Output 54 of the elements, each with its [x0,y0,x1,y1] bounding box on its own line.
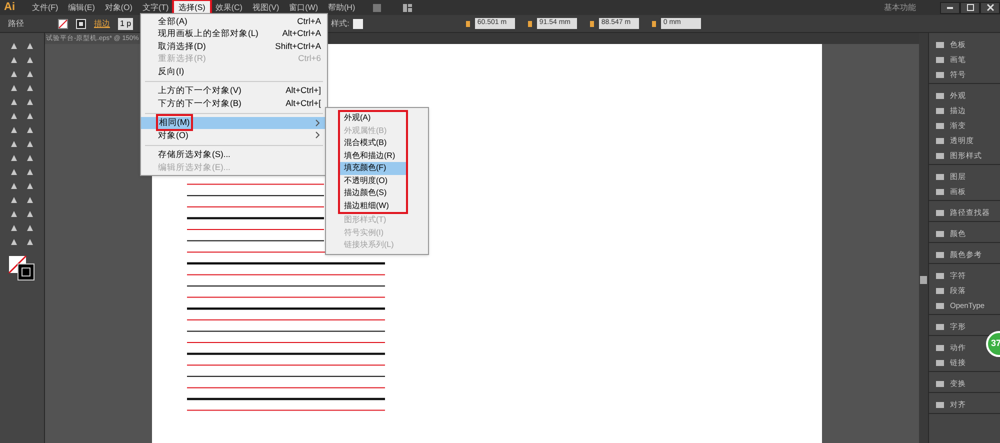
panel-icon [935,322,945,332]
panel-icon [935,208,945,218]
close-button[interactable] [980,2,1000,14]
menu-entry[interactable]: 全部(A) Ctrl+A [141,15,327,28]
menu-entry[interactable]: 存储所选对象(S)... [141,148,327,161]
panel-icon [935,250,945,260]
style-swatch-icon [353,18,364,28]
menu-entry[interactable]: 反向(I) [141,65,327,78]
panel-icon [935,400,945,410]
style-label: 样式: [331,18,350,30]
menu-entry[interactable]: 下方的下一个对象(B) Alt+Ctrl+[ [141,97,327,110]
panel-icon [372,2,382,12]
selection-type-label: 路径 [7,18,25,30]
panel-icon [935,228,945,238]
menu-entry[interactable]: 取消选择(D) Shift+Ctrl+A [141,40,327,52]
submenu-entry[interactable]: 混合模式(B) [340,137,406,150]
menu-item[interactable]: 编辑(E) [63,1,100,14]
menu-item[interactable]: 窗口(W) [284,1,324,14]
stroke-swatch-icon [76,18,86,28]
stroke-link[interactable]: 描边 [94,18,110,30]
minimize-button[interactable] [940,2,960,14]
fill-stroke-icon [8,255,36,281]
menu-item[interactable]: 文件(F) [27,1,64,14]
layout-icon [402,2,414,12]
dimension-label-icon [527,20,534,28]
restore-button[interactable] [960,2,980,14]
menu-entry[interactable]: 对象(O) [141,129,327,142]
submenu-entry[interactable]: 不透明度(O) [340,174,406,187]
submenu-entry[interactable]: 描边颜色(S) [340,187,406,200]
fill-swatch-icon [58,18,68,28]
panel-icon [935,378,945,388]
menu-item[interactable]: 效果(C) [210,1,248,14]
submenu-entry[interactable]: 描边粗细(W) [340,200,406,212]
menu-entry[interactable]: 现用画板上的全部对象(L) Alt+Ctrl+A [141,28,327,40]
dimension-label-icon [589,20,596,28]
stroke-weight-field[interactable]: 1 p [118,18,134,30]
menu-entry[interactable]: 相同(M) [141,116,327,129]
menu-item[interactable]: 对象(O) [100,1,138,14]
menu-item[interactable]: 视图(V) [247,1,284,14]
menu-item[interactable]: 选择(S) [174,1,210,14]
workspace-switcher[interactable]: 基本功能 [884,2,916,14]
dimension-label-icon [651,20,658,28]
minimize-icon [947,6,953,8]
menu-entry[interactable]: 上方的下一个对象(V) Alt+Ctrl+] [141,84,327,97]
menu-item[interactable]: 帮助(H) [323,1,360,14]
close-icon [986,4,994,11]
submenu-entry[interactable]: 外观(A) [340,112,406,124]
menu-item[interactable]: 文字(T) [137,1,174,14]
app-logo: Ai [3,0,16,16]
scrollbar-thumb[interactable] [920,276,927,284]
submenu-entry[interactable]: 填充颜色(F) [340,162,406,174]
submenu-entry[interactable]: 填色和描边(R) [340,150,406,162]
dimension-label-icon [465,20,472,28]
restore-icon [966,4,974,11]
